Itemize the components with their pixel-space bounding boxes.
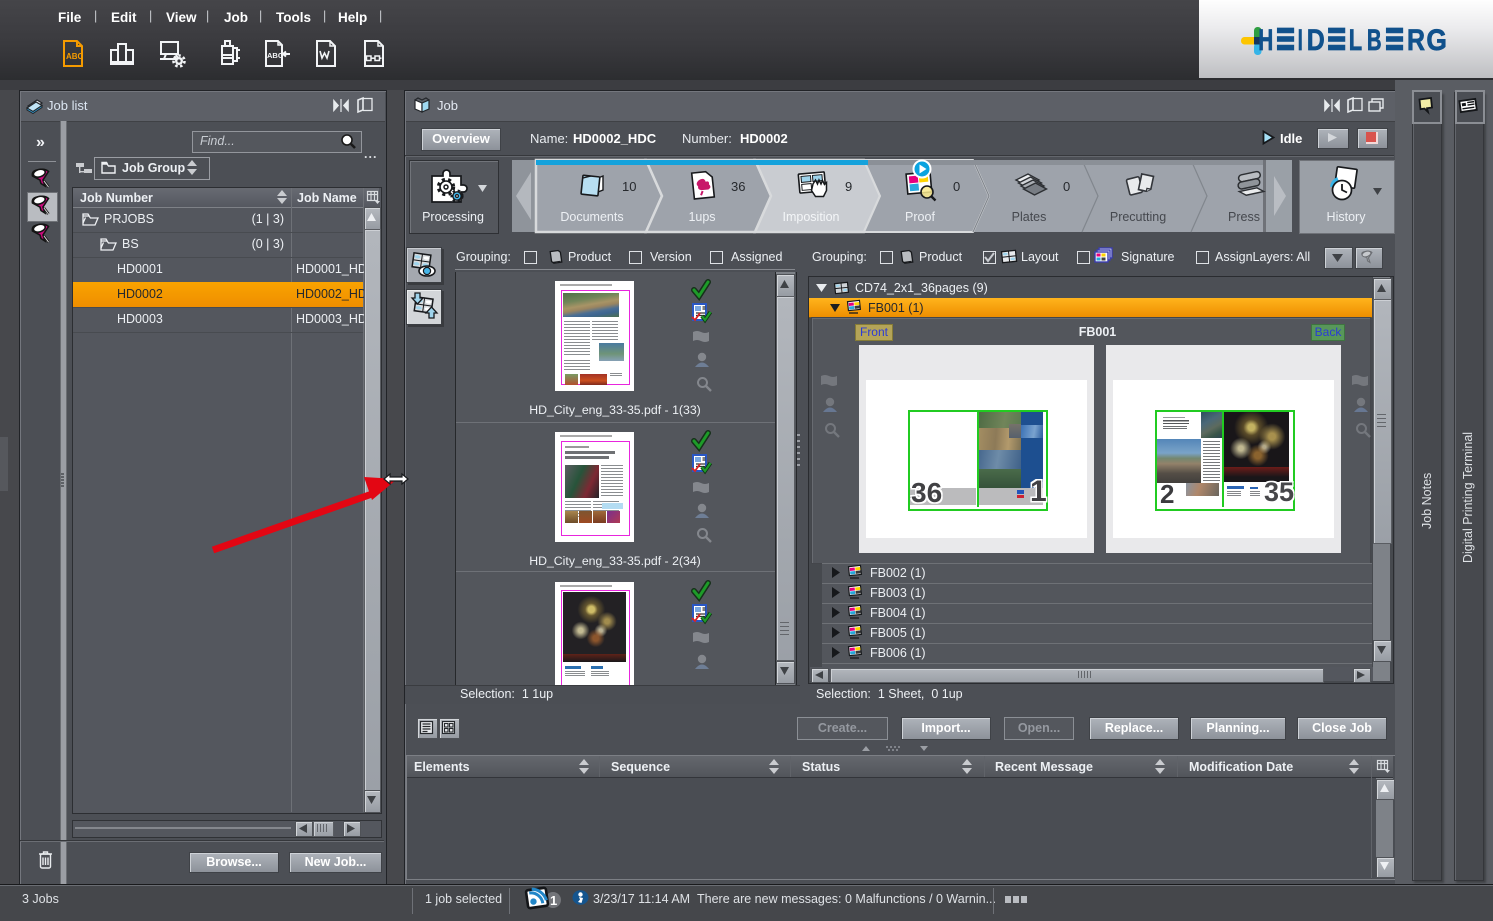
svg-text:H: H <box>1258 24 1273 57</box>
svg-text:R: R <box>1407 24 1425 57</box>
svg-text:ABC: ABC <box>267 51 284 60</box>
svg-text:B: B <box>1367 24 1382 57</box>
svg-text:G: G <box>1426 24 1447 57</box>
svg-text:I: I <box>1298 24 1303 57</box>
svg-text:L: L <box>1349 24 1362 57</box>
svg-text:D: D <box>1307 24 1325 57</box>
svg-text:ABC: ABC <box>66 52 84 61</box>
svg-text:1: 1 <box>550 893 557 908</box>
